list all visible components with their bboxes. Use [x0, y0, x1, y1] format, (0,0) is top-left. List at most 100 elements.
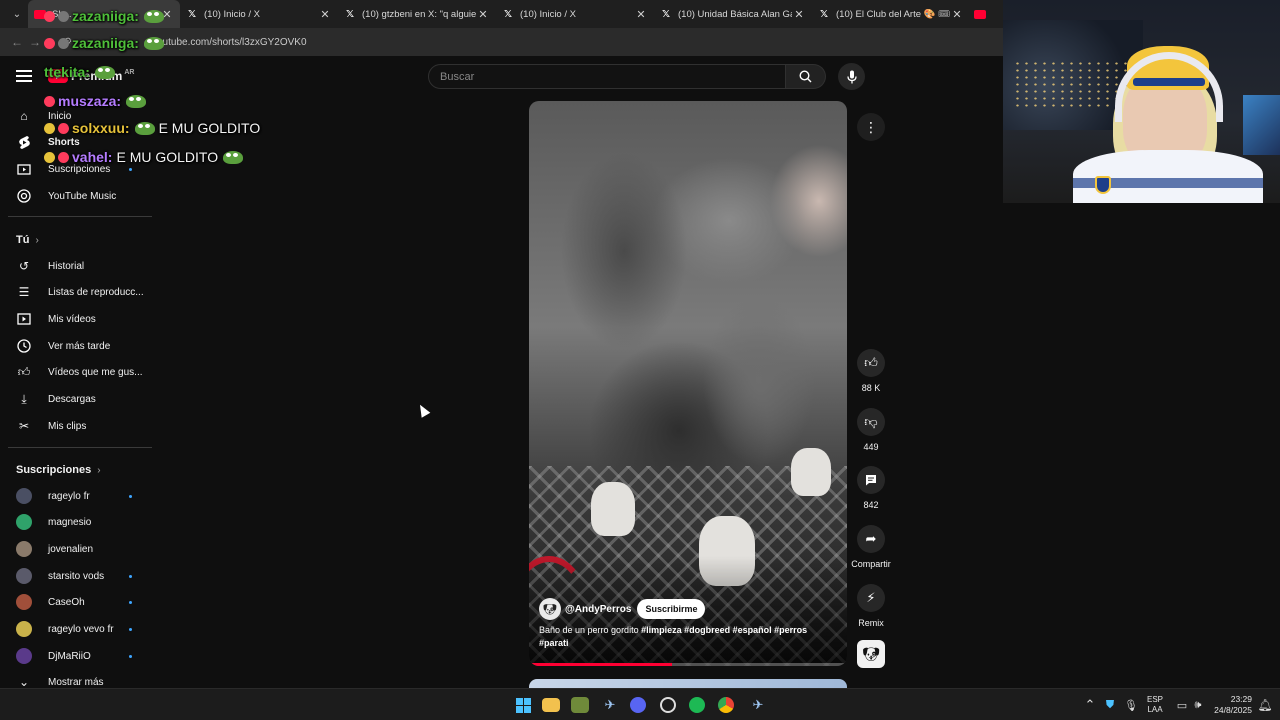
more-options-button[interactable]: ⋮ [857, 113, 885, 141]
sidebar-item-label: Shorts [48, 136, 80, 148]
channel-name[interactable]: @AndyPerros [565, 604, 631, 615]
pepe-emote-icon [94, 65, 115, 79]
steam-alt-icon[interactable]: ✈ [748, 695, 768, 715]
close-tab-icon[interactable]: ✕ [318, 8, 332, 21]
sidebar-item-historial[interactable]: ↺ Historial [0, 253, 152, 279]
tab-x-inicio-2[interactable]: 𝕏 (10) Inicio / X ✕ [496, 0, 654, 28]
search-button[interactable] [786, 64, 826, 89]
tray-overflow-chevron-icon[interactable]: ⌃ [1080, 695, 1100, 715]
new-content-dot [129, 167, 132, 171]
sidebar-item-mis-videos[interactable]: Mis vídeos [0, 306, 152, 332]
tab-youtube-2[interactable]: (1 [970, 0, 994, 28]
sidebar-divider [8, 216, 152, 217]
section-title: Tú [16, 234, 30, 246]
system-clock[interactable]: 23:29 24/8/2025 [1208, 694, 1252, 716]
tray-shield-icon[interactable]: ⛊ [1100, 695, 1120, 715]
comment-icon [857, 466, 885, 494]
channel-avatar [16, 568, 32, 584]
tab-search-chevron-icon[interactable]: ⌄ [6, 3, 28, 25]
download-icon: ⤓ [21, 391, 27, 406]
sidebar-item-label: CaseOh [48, 596, 85, 608]
share-button[interactable]: ➦ Compartir [850, 525, 892, 569]
clock-time: 23:29 [1230, 694, 1252, 704]
sidebar-item-ver-mas-tarde[interactable]: Ver más tarde [0, 333, 152, 359]
tab-x-gtzbeni[interactable]: 𝕏 (10) gtzbeni en X: "q alguien m ✕ [338, 0, 496, 28]
channel-avatar[interactable]: 🐶︎ [539, 598, 561, 620]
remix-button[interactable]: ⚡ Remix [850, 584, 892, 628]
progress-fill [529, 663, 673, 666]
sidebar-sub-magnesio[interactable]: magnesio [0, 509, 152, 535]
next-short-preview[interactable] [529, 679, 847, 688]
forward-arrow-icon[interactable]: → [26, 35, 44, 49]
menu-icon[interactable] [16, 70, 32, 82]
dislike-button[interactable]: 👎︎ 449 [850, 408, 892, 452]
sidebar-sub-rageylo-vevo-fr[interactable]: rageylo vevo fr [0, 616, 152, 642]
volume-icon[interactable]: 🕪︎ [1188, 695, 1208, 715]
tray-microphone-icon[interactable]: 🎙︎ [1121, 695, 1141, 715]
sidebar-item-listas[interactable]: ☰ Listas de reproducc... [0, 279, 152, 305]
sidebar-sub-rageylo-fr[interactable]: rageylo fr [0, 483, 152, 509]
comments-button[interactable]: 842 [850, 466, 892, 510]
sidebar-sub-jovenalien[interactable]: jovenalien [0, 536, 152, 562]
clock-date: 24/8/2025 [1214, 705, 1252, 715]
video-paw [591, 482, 635, 536]
video-progress-bar[interactable] [529, 663, 847, 666]
sidebar-sub-djmariio[interactable]: DjMaRiiO [0, 643, 152, 669]
chat-username: zazaniiga: [72, 35, 139, 51]
voice-search-button[interactable] [838, 63, 865, 90]
file-explorer-icon[interactable] [542, 698, 560, 712]
input-language[interactable]: ESP LAA [1147, 695, 1163, 715]
spreadsheet-icon[interactable] [571, 697, 589, 713]
notification-bell-icon[interactable]: 🔔︎ [1255, 695, 1275, 715]
x-favicon-icon: 𝕏 [503, 8, 513, 20]
obs-icon[interactable] [660, 697, 676, 713]
new-content-dot [129, 494, 132, 498]
subscriptions-section-header[interactable]: Suscripciones › [16, 464, 101, 476]
sidebar-sub-caseoh[interactable]: CaseOh [0, 589, 152, 615]
windows-start-icon[interactable] [513, 695, 533, 715]
sidebar-item-mis-clips[interactable]: ✂ Mis clips [0, 413, 152, 439]
search-placeholder: Buscar [440, 70, 475, 83]
chat-badge-icon [58, 37, 69, 49]
share-label: Compartir [851, 559, 891, 569]
search-input[interactable]: Buscar [428, 64, 786, 89]
sidebar-item-youtube-music[interactable]: YouTube Music [0, 183, 152, 209]
sidebar-item-label: magnesio [48, 516, 92, 528]
tab-x-unidad-basica[interactable]: 𝕏 (10) Unidad Básica Alan Gauto ✕ [654, 0, 812, 28]
close-tab-icon[interactable]: ✕ [792, 8, 806, 21]
sidebar-divider [8, 447, 152, 448]
like-count: 88 K [861, 383, 881, 393]
new-content-dot [129, 627, 132, 631]
channel-avatar [16, 594, 32, 610]
close-tab-icon[interactable]: ✕ [634, 8, 648, 21]
back-arrow-icon[interactable]: ← [8, 35, 26, 49]
spotify-icon[interactable] [689, 697, 705, 713]
chrome-icon[interactable] [718, 697, 734, 713]
sidebar-item-label: rageylo fr [48, 490, 90, 502]
close-tab-icon[interactable]: ✕ [476, 8, 490, 21]
discord-icon[interactable] [630, 697, 646, 713]
steam-icon[interactable]: ✈ [600, 695, 620, 715]
chat-message: solxxuu: E MU GOLDITO [44, 120, 260, 136]
close-tab-icon[interactable]: ✕ [950, 8, 964, 21]
sidebar-item-label: DjMaRiiO [48, 650, 91, 662]
new-content-dot [129, 574, 132, 578]
sidebar-item-descargas[interactable]: ⤓ Descargas [0, 386, 152, 412]
my-videos-icon [17, 312, 31, 326]
sidebar-sub-starsito-vods[interactable]: starsito vods [0, 563, 152, 589]
dislike-count: 449 [863, 442, 879, 452]
tab-x-club-del-arte[interactable]: 𝕏 (10) El Club del Arte 🎨 🎟 📚 ✕ [812, 0, 970, 28]
you-section-header[interactable]: Tú › [16, 234, 39, 246]
new-content-dot [129, 654, 132, 658]
chat-username: muszaza: [58, 93, 122, 109]
sidebar-item-liked-videos[interactable]: 👍︎ Vídeos que me gus... [0, 359, 152, 385]
youtube-favicon-icon [974, 9, 986, 19]
audio-source-thumbnail[interactable]: 🐶︎ [857, 640, 885, 668]
url-field[interactable]: ⚙ youtube.com/shorts/l3zxGY2OVK0 [56, 31, 1003, 53]
like-button[interactable]: 👍︎ 88 K [850, 349, 892, 393]
subscribe-button[interactable]: Suscribirme [637, 599, 706, 619]
chat-badge-icon [44, 10, 55, 22]
short-video-player[interactable]: 🐶︎ @AndyPerros Suscribirme Baño de un pe… [529, 101, 847, 666]
tab-x-inicio[interactable]: 𝕏 (10) Inicio / X ✕ [180, 0, 338, 28]
windows-taskbar: ✈ ✈ ⌃ ⛊ 🎙︎ ESP LAA ▭ 🕪︎ 23:29 24/8/2025 … [0, 688, 1280, 720]
